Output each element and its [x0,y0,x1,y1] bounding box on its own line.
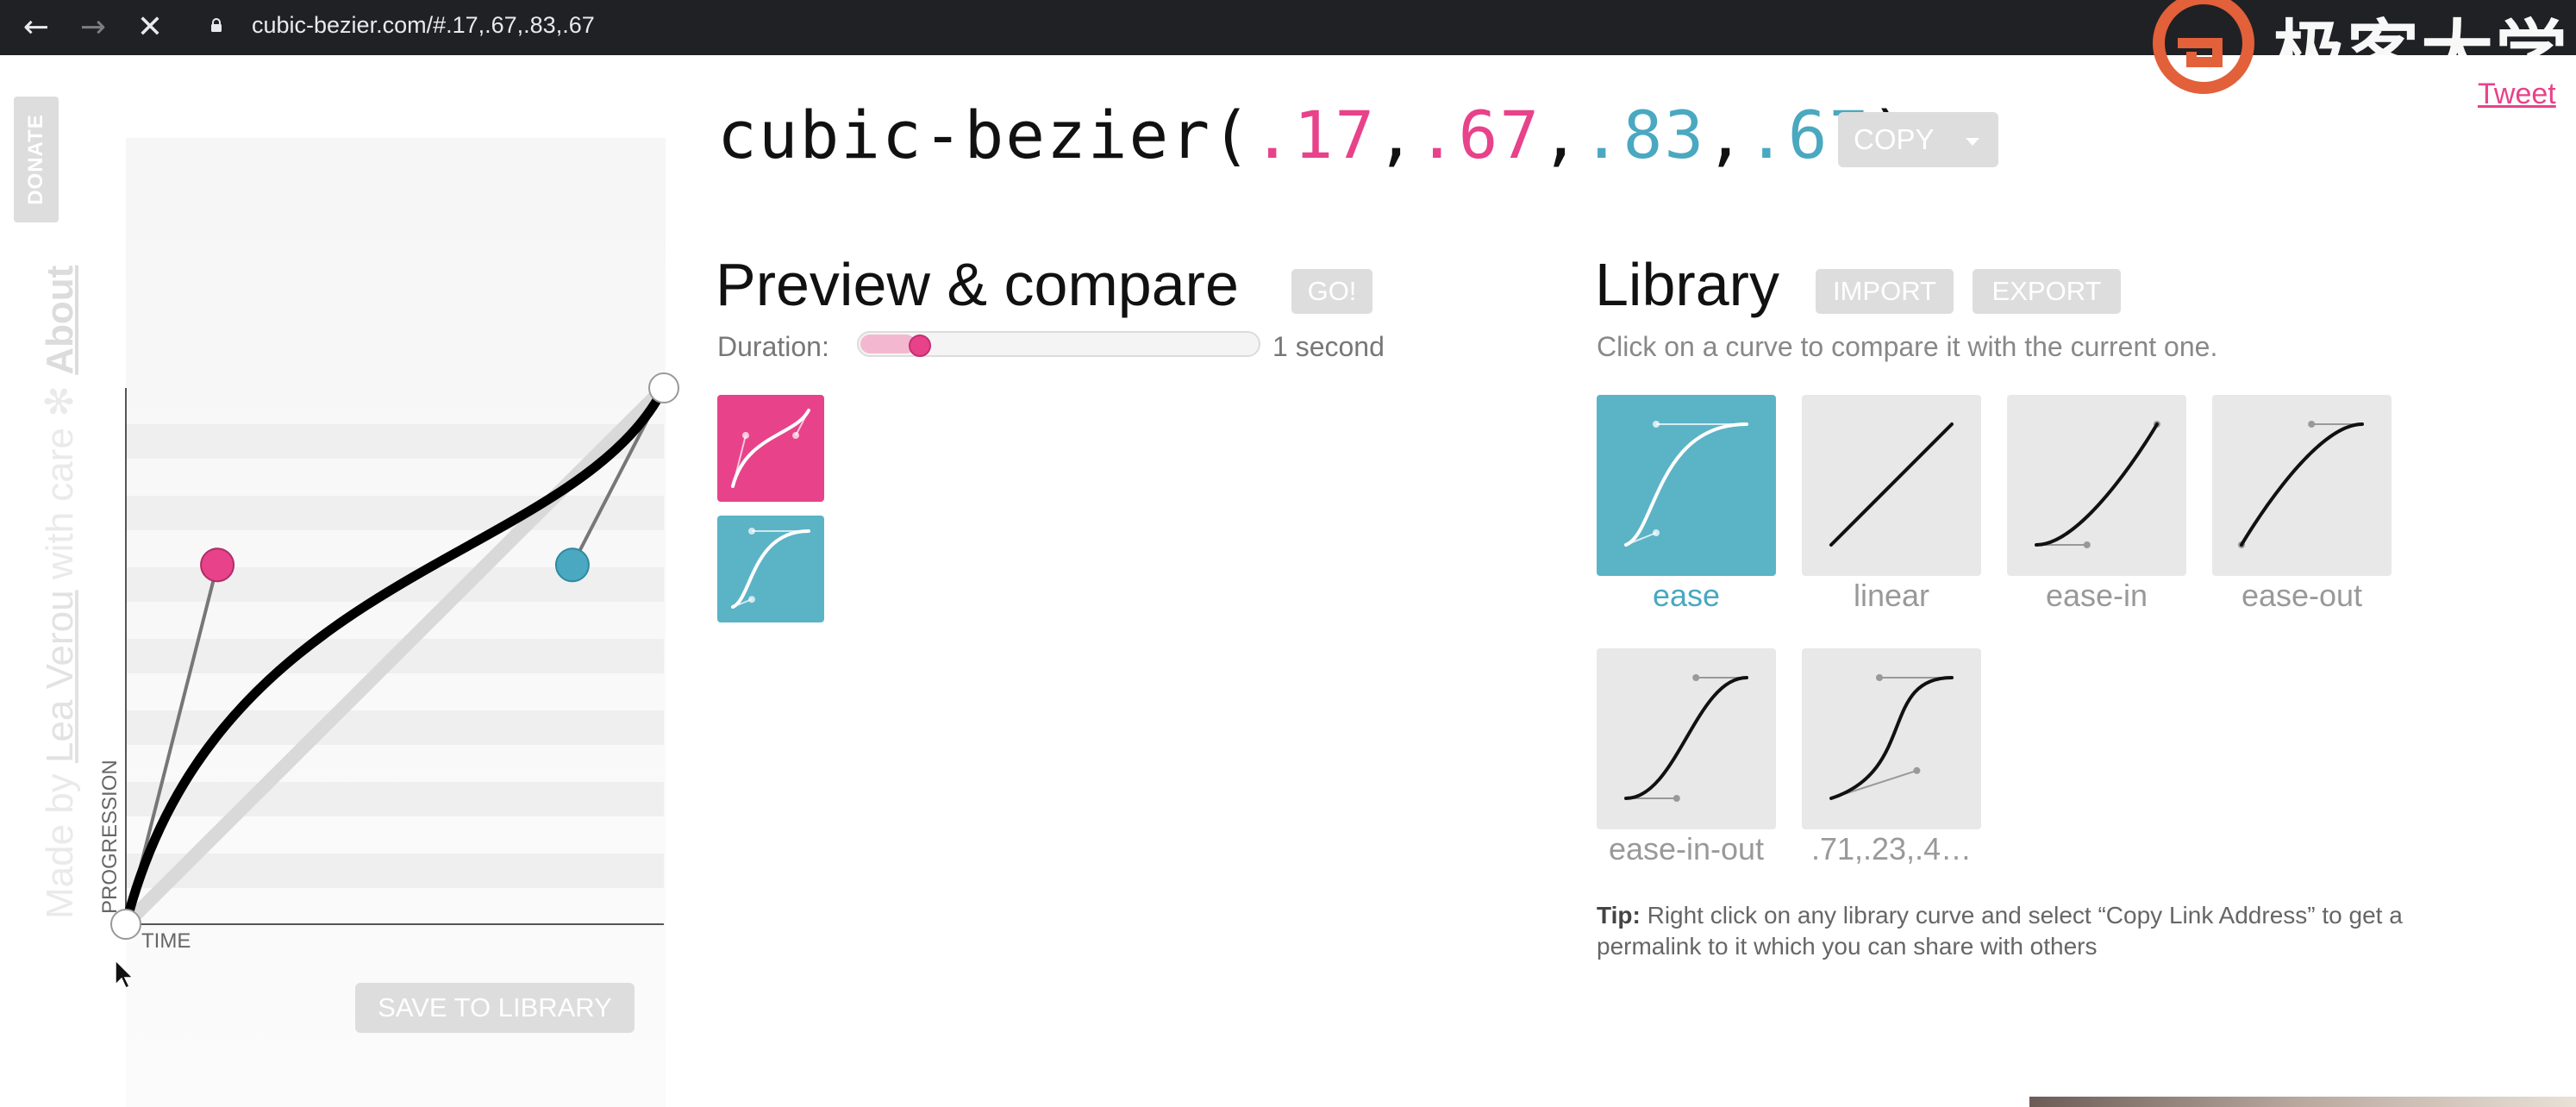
thumb-control-point [1913,766,1921,774]
thumb-curve [2035,422,2159,547]
graph-stripe [126,782,664,816]
thumb-curve [1624,676,1748,800]
slider-fill [860,335,916,353]
title-sep: , [1705,97,1747,173]
start-point [110,909,141,940]
library-item[interactable] [1597,395,1776,576]
duration-slider[interactable] [857,331,1260,357]
value-p1y: .67 [1416,97,1541,173]
library-item[interactable] [1802,395,1981,576]
copy-label: COPY [1854,123,1935,155]
preview-current-curve[interactable] [717,395,824,502]
library-item-label: ease-in-out [1608,831,1765,866]
library-item-label: ease [1652,578,1721,613]
thumb-control-point [1876,674,1883,681]
title-sep: , [1541,97,1582,173]
graph-stripe [126,710,664,745]
thumb-control-point [792,432,800,440]
thumb-control-point [1653,421,1660,428]
title-prefix: cubic-bezier( [717,97,1253,173]
tip-body: Right click on any library curve and sel… [1597,902,2403,960]
progression-label: PROGRESSION [98,760,122,914]
graph-stripe [126,854,664,888]
preview-compare-curve-icon [731,528,810,609]
tip-bold: Tip: [1597,902,1641,929]
thumb-curve [1829,676,1954,800]
thumb-control-point [1653,529,1660,536]
library-item-label: ease-out [2241,578,2363,613]
library-heading: Library [1595,251,1779,318]
thumb-curve [731,529,810,609]
library-curve-icon [2035,421,2160,548]
library-item-label: .71,.23,.4… [1810,831,1973,866]
thumb-control-point [2308,421,2316,428]
library-item[interactable] [1597,648,1776,829]
value-p1x: .17 [1252,97,1377,173]
export-button[interactable]: EXPORT [1973,269,2121,314]
thumb-control-point [748,596,755,604]
import-button[interactable]: IMPORT [1816,269,1954,314]
control-point-1[interactable] [200,547,235,583]
save-to-library-button[interactable]: SAVE TO LIBRARY [355,983,635,1033]
thumb-control-point [741,432,749,440]
library-item[interactable] [1802,648,1981,829]
control-point-2[interactable] [554,547,590,583]
thumb-curve [731,409,810,488]
end-point [648,372,679,403]
chevron-down-icon [1966,138,1979,146]
library-curve-icon [2238,421,2364,548]
thumb-curve [2240,422,2364,547]
library-curve-icon [1829,674,1954,800]
video-thumbnail [2029,1097,2576,1107]
library-description: Click on a curve to compare it with the … [1597,331,2218,362]
tip-text: Tip: Right click on any library curve an… [1597,900,2467,962]
title-sep: , [1376,97,1417,173]
value-p2x: .83 [1581,97,1706,173]
library-item-label: linear [1853,578,1930,613]
library-item[interactable] [2212,395,2392,576]
library-curve-icon [1624,674,1748,802]
graph-stripe [126,496,664,530]
page-title: cubic-bezier(.17,.67,.83,.67) [717,97,1911,173]
library-curve-icon [1624,421,1748,547]
thumb-control-point [748,528,755,535]
thumb-control-point [1692,674,1700,681]
duration-label: Duration: [717,331,829,362]
thumb-control-point [2083,541,2091,548]
thumb-control-point [1673,795,1680,802]
library-item-label: ease-in [2045,578,2148,613]
copy-button[interactable]: COPY [1838,112,1998,167]
library-curve-icon [1829,422,1954,547]
thumb-curve [1624,422,1748,547]
preview-compare-curve[interactable] [717,516,824,622]
thumb-curve [1829,422,1954,547]
mouse-cursor-icon [115,959,134,990]
preview-current-curve-icon [731,409,810,488]
preview-heading: Preview & compare [716,251,1239,318]
time-label: TIME [141,929,191,953]
library-item[interactable] [2007,395,2186,576]
duration-value: 1 second [1272,331,1385,362]
go-button[interactable]: GO! [1291,269,1372,314]
graph-stripe [126,424,664,459]
slider-thumb[interactable] [909,335,931,357]
